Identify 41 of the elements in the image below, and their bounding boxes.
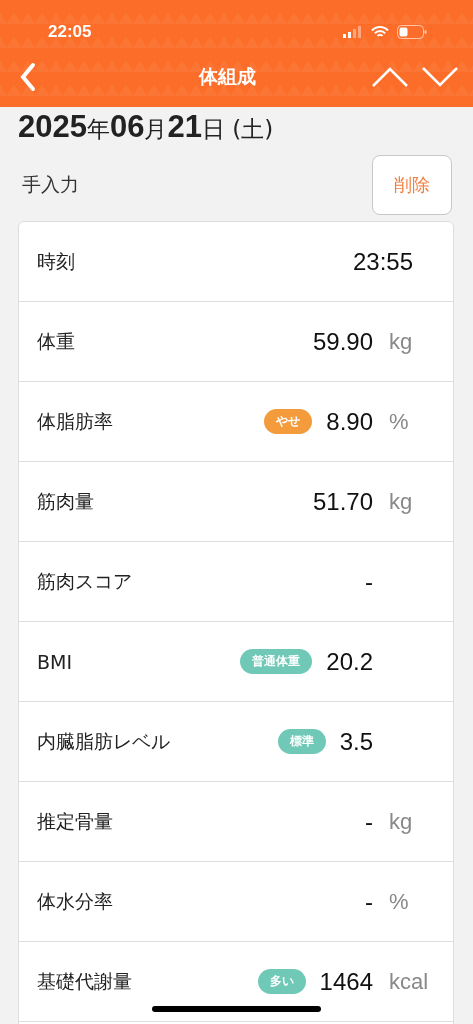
status-badge: やせ (264, 409, 313, 434)
date-heading: 2025年06月 21日 (土) (17, 109, 275, 145)
unit-label: kg (389, 328, 413, 354)
status-time: 22:05 (48, 22, 92, 42)
row-label: 体重 (37, 328, 76, 354)
back-icon[interactable] (20, 61, 36, 92)
battery-icon (397, 25, 427, 39)
unit-label: kg (389, 808, 413, 834)
status-badge: 多い (257, 969, 306, 994)
chevron-down-icon[interactable] (421, 65, 459, 88)
row-value: 51.70 (312, 487, 373, 516)
row-label: 推定骨量 (37, 808, 114, 834)
unit-label: % (389, 408, 409, 434)
page-title: 体組成 (199, 63, 256, 89)
row-label: 体脂肪率 (37, 408, 114, 434)
status-badge: 普通体重 (240, 649, 313, 674)
row-label: 内臓脂肪レベル (37, 728, 171, 754)
row-value: 8.90 (326, 407, 373, 436)
unit-label: kg (389, 488, 413, 514)
row-label: 基礎代謝量 (37, 968, 133, 994)
row-value: 20.2 (326, 647, 373, 676)
row-label: 筋肉スコア (37, 568, 133, 594)
row-value: - (365, 807, 373, 836)
row-value: - (365, 887, 373, 916)
row-value: 23:55 (352, 247, 413, 276)
row-label: BMI (37, 650, 74, 673)
row-value: - (365, 567, 373, 596)
status-badge: 標準 (277, 729, 326, 754)
unit-label: % (389, 888, 409, 914)
wifi-icon (371, 25, 389, 39)
row-value: 59.90 (312, 327, 373, 356)
delete-button[interactable]: 削除 (372, 155, 452, 215)
row-label: 筋肉量 (37, 488, 95, 514)
row-value: 3.5 (339, 727, 373, 756)
row-label: 体水分率 (37, 888, 114, 914)
unit-label: kcal (389, 968, 429, 994)
chevron-up-icon[interactable] (371, 65, 409, 88)
entry-source-label: 手入力 (22, 172, 79, 197)
signal-icon (343, 26, 363, 38)
row-label: 時刻 (37, 248, 76, 274)
row-value: 1464 (319, 967, 373, 996)
